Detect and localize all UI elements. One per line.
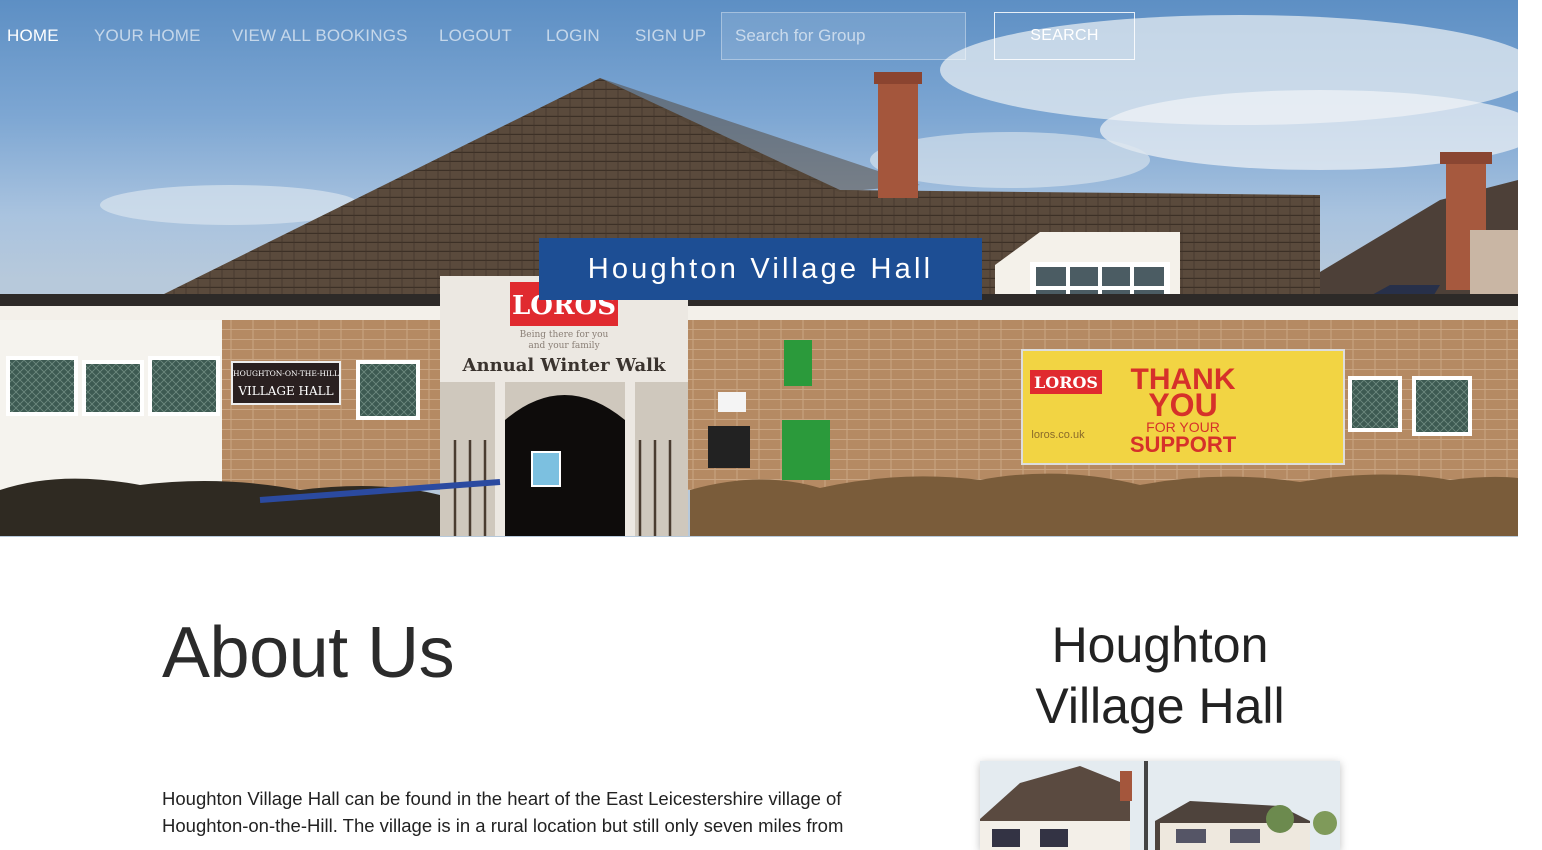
thanks-line2: YOU — [1148, 387, 1217, 423]
banner-event: Annual Winter Walk — [462, 355, 666, 376]
nav-your-home[interactable]: YOUR HOME — [94, 26, 201, 46]
search-input[interactable] — [721, 12, 966, 60]
nav-view-all-bookings[interactable]: VIEW ALL BOOKINGS — [232, 26, 408, 46]
banner-tagline-1: Being there for you — [520, 330, 609, 340]
hall-sign-line1: HOUGHTON-ON-THE-HILL — [233, 369, 339, 378]
thanks-line4: SUPPORT — [1130, 432, 1237, 457]
banner-tagline-2: and your family — [528, 341, 600, 351]
hall-photo — [980, 761, 1340, 850]
hall-sign-line2: VILLAGE HALL — [237, 384, 333, 398]
nav-login[interactable]: LOGIN — [546, 26, 600, 46]
top-navbar: HOME YOUR HOME VIEW ALL BOOKINGS LOGOUT … — [0, 0, 1518, 72]
nav-home[interactable]: HOME — [7, 26, 59, 46]
search-button[interactable]: SEARCH — [994, 12, 1135, 60]
hall-photo-image — [980, 761, 1340, 850]
hero-banner: HOUGHTON-ON-THE-HILL VILLAGE HALL LOROS … — [0, 0, 1518, 537]
about-paragraph: Houghton Village Hall can be found in th… — [162, 788, 844, 836]
nav-logout[interactable]: LOGOUT — [439, 26, 512, 46]
sidebar-title: Houghton Village Hall — [1035, 617, 1285, 734]
nav-sign-up[interactable]: SIGN UP — [635, 26, 706, 46]
thanks-brand: LOROS — [1034, 373, 1098, 392]
about-heading: About Us — [162, 613, 455, 693]
hero-title: Houghton Village Hall — [539, 238, 982, 300]
thanks-site: loros.co.uk — [1031, 429, 1085, 441]
